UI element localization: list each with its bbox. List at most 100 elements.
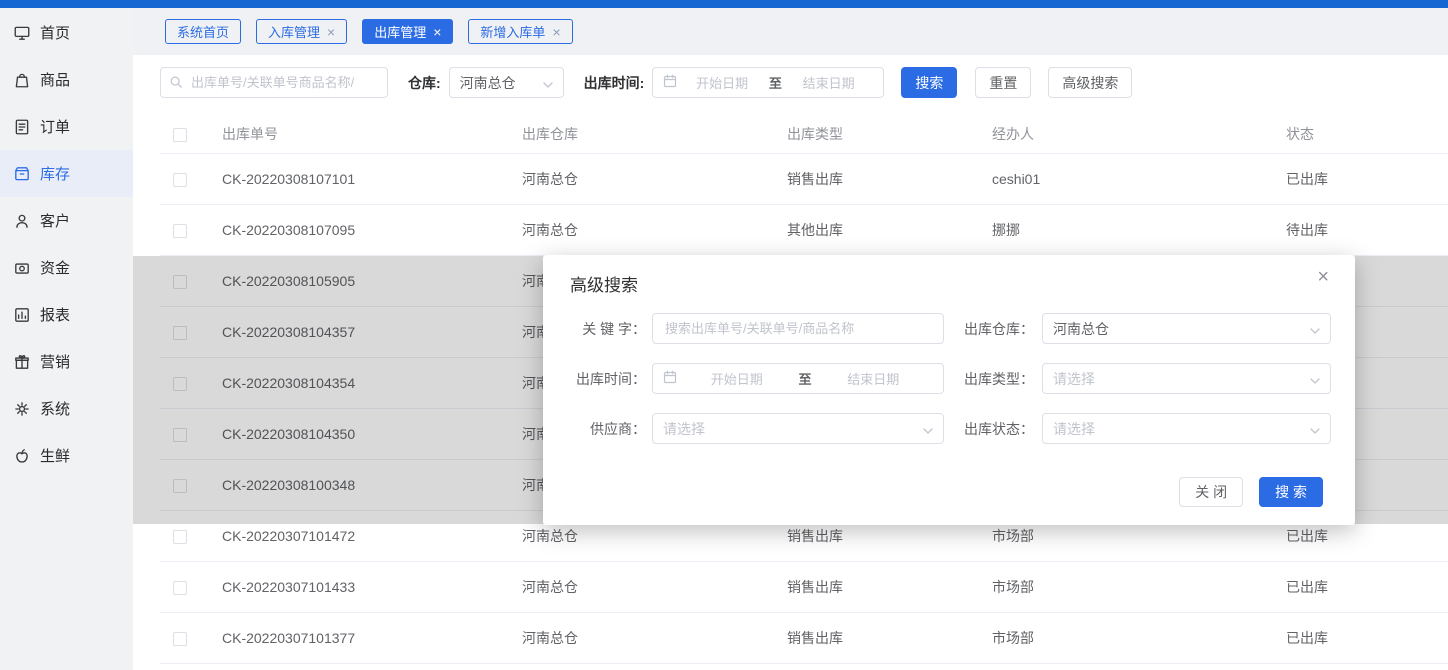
start-date-placeholder: 开始日期 — [677, 73, 767, 92]
table-row[interactable]: CK-20220308107101 河南总仓 销售出库 ceshi01 已出库 — [160, 154, 1448, 205]
modal-type-select[interactable]: 请选择 — [1042, 363, 1331, 394]
search-input[interactable] — [160, 67, 388, 98]
cell-order-no: CK-20220307101377 — [222, 630, 522, 646]
modal-warehouse-select[interactable]: 河南总仓 — [1042, 313, 1331, 344]
modal-time-label: 出库时间： — [543, 369, 646, 389]
modal-end-date-placeholder: 结束日期 — [814, 369, 934, 388]
close-icon[interactable]: × — [1317, 267, 1329, 287]
reset-button[interactable]: 重置 — [975, 67, 1031, 98]
cell-handler: 市场部 — [992, 526, 1286, 546]
cell-type: 其他出库 — [787, 220, 992, 240]
tab-close-icon[interactable]: × — [552, 25, 560, 39]
row-checkbox[interactable] — [173, 581, 187, 595]
select-all-checkbox[interactable] — [173, 128, 187, 142]
column-header-status: 状态 — [1286, 124, 1448, 144]
advanced-search-button[interactable]: 高级搜索 — [1048, 67, 1132, 98]
table-row[interactable]: CK-20220307101377 河南总仓 销售出库 市场部 已出库 — [160, 613, 1448, 664]
supplier-select[interactable]: 请选择 — [652, 413, 944, 444]
filter-bar: 仓库: 河南总仓 出库时间: 开始日期 至 结束日期 搜索 重置 高级搜索 — [160, 67, 1132, 98]
sidebar-item-label: 商品 — [40, 69, 70, 90]
calendar-icon — [663, 370, 677, 387]
table-header: 出库单号 出库仓库 出库类型 经办人 状态 — [160, 115, 1448, 154]
advanced-search-modal: 高级搜索 × 关 键 字： 出库仓库： 河南总仓 出库时间： 开始日期 至 结束… — [543, 255, 1355, 525]
cell-order-no: CK-20220307101472 — [222, 528, 522, 544]
row-checkbox[interactable] — [173, 632, 187, 646]
chevron-down-icon — [1310, 321, 1320, 337]
sidebar-item-label: 报表 — [40, 304, 70, 325]
sidebar: 首页 商品 订单 库存 客户 资金 报表 — [0, 8, 133, 670]
tab-outbound-management[interactable]: 出库管理 × — [362, 19, 453, 44]
sidebar-item-inventory[interactable]: 库存 — [0, 150, 133, 197]
cell-order-no: CK-20220308107095 — [222, 222, 522, 238]
cell-status: 已出库 — [1286, 169, 1448, 189]
tab-system-home[interactable]: 系统首页 — [165, 19, 241, 44]
sidebar-item-label: 营销 — [40, 351, 70, 372]
table-row[interactable]: CK-20220308107095 河南总仓 其他出库 挪挪 待出库 — [160, 205, 1448, 256]
modal-status-select[interactable]: 请选择 — [1042, 413, 1331, 444]
sidebar-item-fresh[interactable]: 生鲜 — [0, 432, 133, 479]
sidebar-item-label: 系统 — [40, 398, 70, 419]
modal-title: 高级搜索 — [570, 271, 638, 296]
cell-type: 销售出库 — [787, 577, 992, 597]
sidebar-item-funds[interactable]: 资金 — [0, 244, 133, 291]
column-header-order-no: 出库单号 — [222, 124, 522, 144]
tab-label: 入库管理 — [268, 22, 320, 41]
top-accent-bar — [0, 0, 1448, 8]
marketing-icon — [13, 353, 31, 371]
cell-status: 已出库 — [1286, 628, 1448, 648]
cell-warehouse: 河南总仓 — [522, 220, 787, 240]
search-box — [160, 67, 388, 98]
modal-status-placeholder: 请选择 — [1053, 419, 1095, 439]
cell-warehouse: 河南总仓 — [522, 169, 787, 189]
modal-warehouse-value: 河南总仓 — [1053, 319, 1109, 339]
funds-icon — [13, 259, 31, 277]
row-checkbox[interactable] — [173, 173, 187, 187]
tab-close-icon[interactable]: × — [327, 25, 335, 39]
column-header-type: 出库类型 — [787, 124, 992, 144]
sidebar-item-label: 首页 — [40, 22, 70, 43]
modal-type-label: 出库类型： — [952, 369, 1034, 389]
row-checkbox[interactable] — [173, 530, 187, 544]
sidebar-item-orders[interactable]: 订单 — [0, 103, 133, 150]
calendar-icon — [663, 74, 677, 91]
modal-date-range-picker[interactable]: 开始日期 至 结束日期 — [652, 363, 944, 394]
modal-close-button[interactable]: 关 闭 — [1179, 477, 1243, 507]
tab-bar: 系统首页 入库管理 × 出库管理 × 新增入库单 × — [133, 8, 1448, 55]
supplier-label: 供应商： — [543, 419, 646, 439]
tab-label: 新增入库单 — [480, 22, 545, 41]
row-checkbox[interactable] — [173, 224, 187, 238]
sidebar-item-goods[interactable]: 商品 — [0, 56, 133, 103]
cell-warehouse: 河南总仓 — [522, 577, 787, 597]
tab-close-icon[interactable]: × — [433, 25, 441, 39]
cell-order-no: CK-20220307101433 — [222, 579, 522, 595]
sidebar-item-marketing[interactable]: 营销 — [0, 338, 133, 385]
chevron-down-icon — [543, 75, 553, 91]
customers-icon — [13, 212, 31, 230]
search-button[interactable]: 搜索 — [901, 67, 957, 98]
column-header-warehouse: 出库仓库 — [522, 124, 787, 144]
tab-label: 系统首页 — [177, 22, 229, 41]
goods-icon — [13, 71, 31, 89]
cell-handler: 市场部 — [992, 628, 1286, 648]
modal-search-button[interactable]: 搜 索 — [1259, 477, 1323, 507]
sidebar-item-label: 订单 — [40, 116, 70, 137]
table-row[interactable]: CK-20220307101433 河南总仓 销售出库 市场部 已出库 — [160, 562, 1448, 613]
cell-type: 销售出库 — [787, 526, 992, 546]
modal-warehouse-label: 出库仓库： — [952, 319, 1034, 339]
date-range-picker[interactable]: 开始日期 至 结束日期 — [652, 67, 884, 98]
fresh-icon — [13, 447, 31, 465]
sidebar-item-system[interactable]: 系统 — [0, 385, 133, 432]
sidebar-item-label: 客户 — [40, 210, 70, 231]
settings-icon — [13, 400, 31, 418]
sidebar-item-home[interactable]: 首页 — [0, 9, 133, 56]
tab-inbound-management[interactable]: 入库管理 × — [256, 19, 347, 44]
sidebar-item-customers[interactable]: 客户 — [0, 197, 133, 244]
keyword-input[interactable] — [652, 313, 944, 344]
modal-start-date-placeholder: 开始日期 — [677, 369, 797, 388]
search-icon — [169, 75, 184, 93]
tab-new-inbound-order[interactable]: 新增入库单 × — [468, 19, 572, 44]
cell-status: 已出库 — [1286, 577, 1448, 597]
sidebar-item-reports[interactable]: 报表 — [0, 291, 133, 338]
warehouse-select[interactable]: 河南总仓 — [449, 67, 564, 98]
inventory-icon — [13, 165, 31, 183]
